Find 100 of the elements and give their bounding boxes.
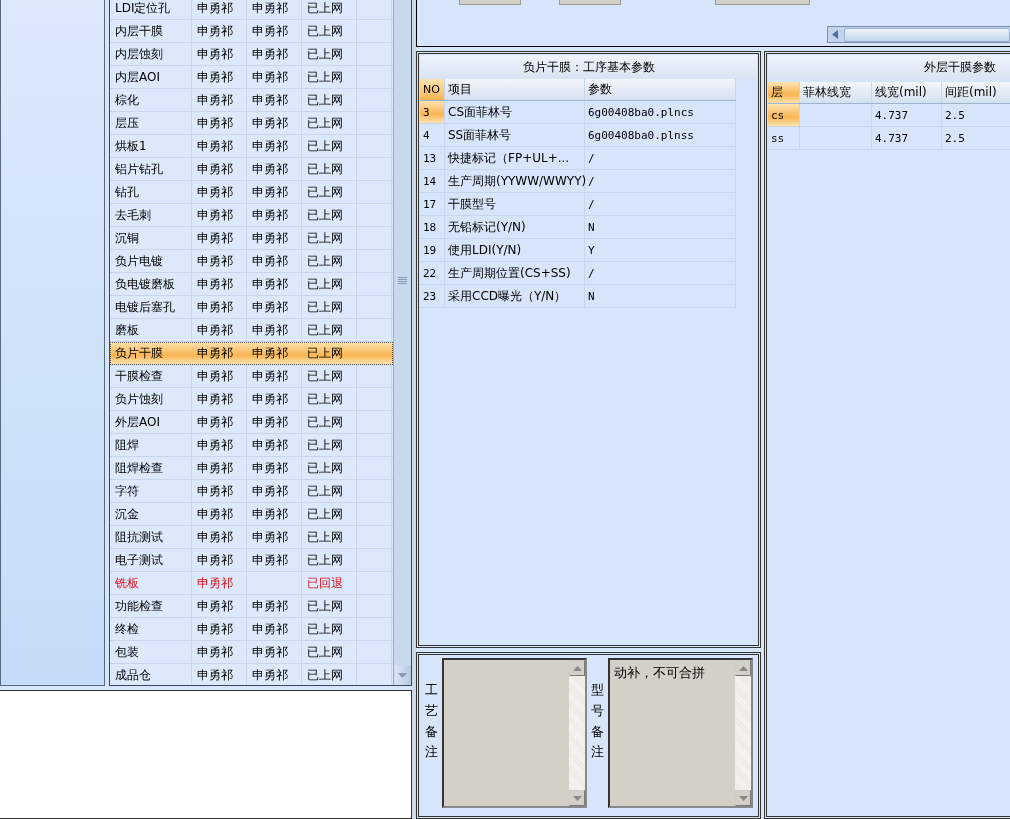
column-header[interactable]: 间距(mil) (942, 82, 1010, 103)
scroll-grip-icon (398, 277, 407, 285)
status-cell: 已上网 (302, 112, 357, 134)
process-row[interactable]: 棕化 申勇祁 申勇祁 已上网 (110, 89, 393, 112)
scroll-thumb[interactable] (844, 27, 1010, 42)
value-cell: / (585, 170, 736, 192)
column-header[interactable]: 层 (768, 82, 800, 103)
process-notes-field[interactable] (442, 658, 587, 808)
column-header[interactable]: 项目 (445, 79, 585, 100)
step-cell: 阻抗测试 (110, 526, 192, 548)
checker-cell: 申勇祁 (247, 503, 302, 525)
process-row[interactable]: 去毛刺 申勇祁 申勇祁 已上网 (110, 204, 393, 227)
process-row[interactable]: 阻焊 申勇祁 申勇祁 已上网 (110, 434, 393, 457)
field-stub[interactable] (715, 0, 810, 5)
process-row[interactable]: 终检 申勇祁 申勇祁 已上网 (110, 618, 393, 641)
process-row[interactable]: 电子测试 申勇祁 申勇祁 已上网 (110, 549, 393, 572)
process-row[interactable]: 干膜检查 申勇祁 申勇祁 已上网 (110, 365, 393, 388)
up-triangle-icon (738, 665, 748, 671)
scroll-down-button[interactable] (735, 790, 751, 806)
step-cell: 包装 (110, 641, 192, 663)
status-cell: 已上网 (302, 250, 357, 272)
vertical-scrollbar[interactable] (393, 0, 411, 685)
status-cell: 已上网 (302, 664, 357, 685)
scroll-left-icon[interactable] (832, 30, 838, 39)
process-row[interactable]: 功能检查 申勇祁 申勇祁 已上网 (110, 595, 393, 618)
item-cell: 生产周期(YYWW/WWYY) (445, 170, 585, 192)
value-cell: / (585, 193, 736, 215)
process-row[interactable]: 负片蚀刻 申勇祁 申勇祁 已上网 (110, 388, 393, 411)
scroll-up-button[interactable] (735, 660, 751, 676)
process-row[interactable]: 铝片钻孔 申勇祁 申勇祁 已上网 (110, 158, 393, 181)
step-cell: 层压 (110, 112, 192, 134)
field-stub[interactable] (459, 0, 521, 5)
process-row[interactable]: 层压 申勇祁 申勇祁 已上网 (110, 112, 393, 135)
operator-cell: 申勇祁 (192, 112, 247, 134)
field-stub[interactable] (559, 0, 621, 5)
scroll-down-button[interactable] (394, 665, 411, 685)
value-cell: N (585, 216, 736, 238)
number-cell: 19 (420, 239, 445, 261)
step-cell-text: 负片干膜 (114, 344, 164, 362)
status-cell: 已上网 (302, 549, 357, 571)
step-cell: 阻焊 (110, 434, 192, 456)
status-cell: 已上网 (302, 365, 357, 387)
status-cell: 已上网 (302, 89, 357, 111)
process-row[interactable]: 沉铜 申勇祁 申勇祁 已上网 (110, 227, 393, 250)
down-triangle-icon (398, 672, 407, 678)
process-row[interactable]: 阻抗测试 申勇祁 申勇祁 已上网 (110, 526, 393, 549)
spacing-cell: 2.5 (942, 127, 1010, 149)
process-row[interactable]: 铣板 申勇祁 已回退 (110, 572, 393, 595)
scroll-down-button[interactable] (569, 790, 585, 806)
operator-cell: 申勇祁 (192, 365, 247, 387)
operator-cell: 申勇祁 (192, 204, 247, 226)
status-cell: 已上网 (302, 227, 357, 249)
column-header[interactable]: 菲林线宽 (800, 82, 872, 103)
layer-cell: cs (768, 104, 800, 126)
process-row[interactable]: 钻孔 申勇祁 申勇祁 已上网 (110, 181, 393, 204)
operator-cell: 申勇祁 (192, 526, 247, 548)
process-row[interactable]: 电镀后塞孔 申勇祁 申勇祁 已上网 (110, 296, 393, 319)
status-cell-text: 已上网 (306, 344, 344, 362)
process-row[interactable]: 内层干膜 申勇祁 申勇祁 已上网 (110, 20, 393, 43)
process-row[interactable]: 外层AOI 申勇祁 申勇祁 已上网 (110, 411, 393, 434)
number-cell: 17 (420, 193, 445, 215)
panel-title: 负片干膜：工序基本参数 (420, 55, 757, 79)
step-cell: 磨板 (110, 319, 192, 341)
process-row[interactable]: 内层AOI 申勇祁 申勇祁 已上网 (110, 66, 393, 89)
scroll-up-button[interactable] (569, 660, 585, 676)
model-notes-field[interactable]: 动补，不可合拼 (608, 658, 753, 808)
process-row[interactable]: 阻焊检查 申勇祁 申勇祁 已上网 (110, 457, 393, 480)
operator-cell-text: 申勇祁 (196, 344, 234, 362)
column-header[interactable]: NO (420, 79, 445, 100)
column-header[interactable]: 线宽(mil) (872, 82, 942, 103)
value-cell: 6g00408ba0.plncs (585, 101, 736, 123)
horizontal-scrollbar[interactable] (827, 26, 1010, 43)
process-row[interactable]: 沉金 申勇祁 申勇祁 已上网 (110, 503, 393, 526)
step-cell: 钻孔 (110, 181, 192, 203)
process-row[interactable]: 包装 申勇祁 申勇祁 已上网 (110, 641, 393, 664)
number-cell: 14 (420, 170, 445, 192)
checker-cell: 申勇祁 (247, 595, 302, 617)
step-cell: 电子测试 (110, 549, 192, 571)
process-row[interactable]: 负片电镀 申勇祁 申勇祁 已上网 (110, 250, 393, 273)
process-row[interactable]: 烘板1 申勇祁 申勇祁 已上网 (110, 135, 393, 158)
checker-cell: 申勇祁 (247, 204, 302, 226)
process-row[interactable]: 负片干膜 申勇祁 申勇祁 已上网 (110, 342, 393, 365)
process-row[interactable]: 负电镀磨板 申勇祁 申勇祁 已上网 (110, 273, 393, 296)
status-cell: 已上网 (302, 273, 357, 295)
item-cell: CS面菲林号 (445, 101, 585, 123)
down-triangle-icon (572, 795, 582, 801)
status-cell: 已上网 (302, 181, 357, 203)
checker-cell: 申勇祁 (247, 549, 302, 571)
line-width-cell: 4.737 (872, 127, 942, 149)
status-cell: 已上网 (302, 319, 357, 341)
column-header[interactable]: 参数 (585, 79, 736, 100)
operator-cell: 申勇祁 (192, 388, 247, 410)
process-row[interactable]: LDI定位孔 申勇祁 申勇祁 已上网 (110, 0, 393, 20)
item-cell: 快捷标记（FP+UL+... (445, 147, 585, 169)
operator-cell: 申勇祁 (192, 457, 247, 479)
item-cell: 采用CCD曝光（Y/N） (445, 285, 585, 307)
step-cell: 沉铜 (110, 227, 192, 249)
process-row[interactable]: 字符 申勇祁 申勇祁 已上网 (110, 480, 393, 503)
process-row[interactable]: 内层蚀刻 申勇祁 申勇祁 已上网 (110, 43, 393, 66)
operator-cell: 申勇祁 (192, 273, 247, 295)
